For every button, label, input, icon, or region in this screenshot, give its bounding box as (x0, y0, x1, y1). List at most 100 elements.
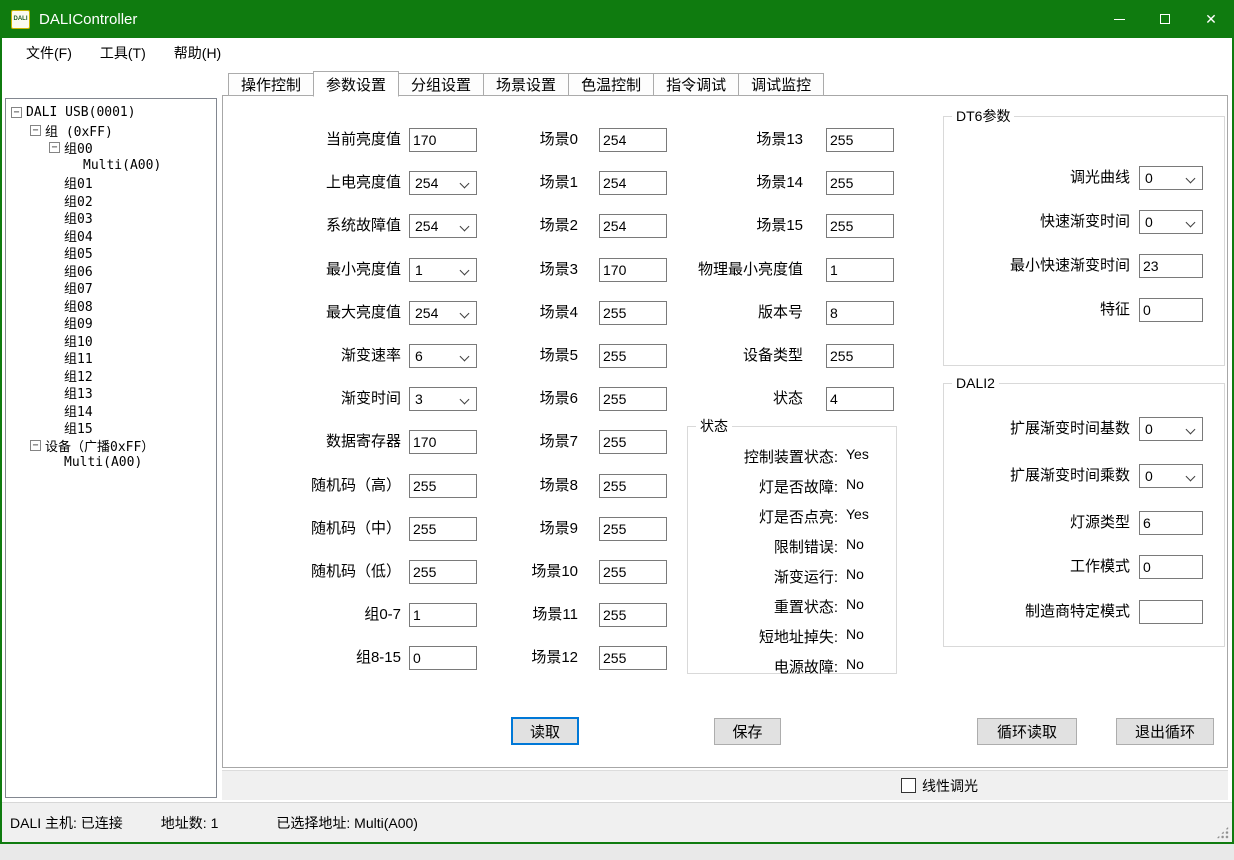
resize-grip-icon[interactable] (1216, 826, 1229, 839)
maximize-icon (1160, 14, 1170, 24)
tab-1[interactable]: 参数设置 (313, 71, 399, 97)
exit-loop-button[interactable]: 退出循环 (1116, 718, 1214, 745)
tree-item-1[interactable]: 组 (0xFF) (6, 122, 216, 140)
tree-item-20[interactable]: Multi(A00) (6, 454, 216, 472)
tab-4[interactable]: 色温控制 (568, 73, 654, 96)
tree-item-label: Multi(A00) (64, 455, 142, 470)
parameter-settings-page: 状态 控制装置状态:Yes灯是否故障:No灯是否点亮:Yes限制错误:No渐变运… (222, 95, 1228, 768)
max-level-label: 最大亮度值 (231, 301, 401, 325)
light-source-type-label: 灯源类型 (944, 511, 1130, 535)
tree-expander-icon[interactable] (49, 142, 60, 153)
tree-item-label: 组05 (64, 243, 93, 262)
linear-dimming-checkbox[interactable] (901, 778, 916, 793)
scene-15-input[interactable] (826, 214, 894, 238)
scene-11-label: 场景11 (408, 603, 578, 627)
tree-item-15[interactable]: 组12 (6, 367, 216, 385)
menu-file[interactable]: 文件(F) (12, 38, 86, 68)
dt6-group-title: DT6参数 (952, 108, 1014, 125)
tree-item-5[interactable]: 组02 (6, 192, 216, 210)
manufacturer-mode-input[interactable] (1139, 600, 1203, 624)
statusbar-address-count: 地址数: 1 (161, 813, 219, 833)
tree-item-label: Multi(A00) (83, 158, 161, 173)
tree-item-0[interactable]: DALI USB(0001) (6, 104, 216, 122)
short-address-missing-label: 短地址掉失: (688, 626, 838, 647)
tree-expander-icon[interactable] (30, 440, 41, 451)
physical-min-level-label: 物理最小亮度值 (653, 258, 803, 282)
scene-10-input[interactable] (599, 560, 667, 584)
fast-fade-time-select[interactable]: 0 (1139, 210, 1203, 234)
random-code-mid-label: 随机码（中） (231, 517, 401, 541)
device-type-input[interactable] (826, 344, 894, 368)
maximize-button[interactable] (1142, 0, 1188, 38)
tree-item-3[interactable]: Multi(A00) (6, 157, 216, 175)
features-label: 特征 (944, 298, 1130, 322)
scene-8-input[interactable] (599, 474, 667, 498)
tree-item-label: 组01 (64, 173, 93, 192)
lamp-failure-value: No (846, 476, 864, 492)
tree-item-8[interactable]: 组05 (6, 244, 216, 262)
version-input[interactable] (826, 301, 894, 325)
tab-0[interactable]: 操作控制 (228, 73, 314, 96)
tree-item-9[interactable]: 组06 (6, 262, 216, 280)
loop-read-button[interactable]: 循环读取 (977, 718, 1077, 745)
tree-expander-icon[interactable] (30, 125, 41, 136)
menu-help[interactable]: 帮助(H) (160, 38, 235, 68)
tree-item-18[interactable]: 组15 (6, 419, 216, 437)
linear-dimming-label: 线性调光 (922, 776, 978, 796)
tree-item-14[interactable]: 组11 (6, 349, 216, 367)
tree-item-label: 组02 (64, 191, 93, 210)
lamp-on-label: 灯是否点亮: (688, 506, 838, 527)
tree-item-label: 设备（广播0xFF） (45, 436, 154, 455)
data-register-label: 数据寄存器 (231, 430, 401, 454)
tree-item-4[interactable]: 组01 (6, 174, 216, 192)
tree-item-6[interactable]: 组03 (6, 209, 216, 227)
tree-item-label: 组07 (64, 278, 93, 297)
tree-item-13[interactable]: 组10 (6, 332, 216, 350)
statusbar-host-status: DALI 主机: 已连接 (10, 813, 123, 833)
scene-0-label: 场景0 (408, 128, 578, 152)
ext-fade-time-base-select[interactable]: 0 (1139, 417, 1203, 441)
menu-tools[interactable]: 工具(T) (86, 38, 160, 68)
tree-item-7[interactable]: 组04 (6, 227, 216, 245)
read-button[interactable]: 读取 (511, 717, 579, 745)
minimize-button[interactable] (1096, 0, 1142, 38)
current-level-label: 当前亮度值 (231, 128, 401, 152)
tree-item-17[interactable]: 组14 (6, 402, 216, 420)
tree-item-19[interactable]: 设备（广播0xFF） (6, 437, 216, 455)
tree-item-16[interactable]: 组13 (6, 384, 216, 402)
bottom-strip: 线性调光 (222, 770, 1228, 800)
tree-item-label: 组04 (64, 226, 93, 245)
tree-item-11[interactable]: 组08 (6, 297, 216, 315)
tree-expander-icon[interactable] (11, 107, 22, 118)
tree-item-10[interactable]: 组07 (6, 279, 216, 297)
scene-6-label: 场景6 (408, 387, 578, 411)
physical-min-level-input[interactable] (826, 258, 894, 282)
scene-9-input[interactable] (599, 517, 667, 541)
scene-3-label: 场景3 (408, 258, 578, 282)
dimming-curve-select[interactable]: 0 (1139, 166, 1203, 190)
features-input[interactable] (1139, 298, 1203, 322)
tab-5[interactable]: 指令调试 (653, 73, 739, 96)
close-button[interactable]: ✕ (1188, 0, 1234, 38)
scene-2-label: 场景2 (408, 214, 578, 238)
scene-12-input[interactable] (599, 646, 667, 670)
ext-fade-time-multiplier-select[interactable]: 0 (1139, 464, 1203, 488)
tab-6[interactable]: 调试监控 (738, 73, 824, 96)
operating-mode-input[interactable] (1139, 555, 1203, 579)
save-button[interactable]: 保存 (714, 718, 781, 745)
tab-2[interactable]: 分组设置 (398, 73, 484, 96)
scene-14-input[interactable] (826, 171, 894, 195)
scene-7-input[interactable] (599, 430, 667, 454)
tree-item-12[interactable]: 组09 (6, 314, 216, 332)
light-source-type-input[interactable] (1139, 511, 1203, 535)
tab-3[interactable]: 场景设置 (483, 73, 569, 96)
scene-11-input[interactable] (599, 603, 667, 627)
operating-mode-label: 工作模式 (944, 555, 1130, 579)
scene-12-label: 场景12 (408, 646, 578, 670)
scene-13-input[interactable] (826, 128, 894, 152)
device-tree[interactable]: DALI USB(0001)组 (0xFF)组00Multi(A00)组01组0… (5, 98, 217, 798)
status-input[interactable] (826, 387, 894, 411)
power-on-level-label: 上电亮度值 (231, 171, 401, 195)
min-fast-fade-time-input[interactable] (1139, 254, 1203, 278)
tree-item-2[interactable]: 组00 (6, 139, 216, 157)
